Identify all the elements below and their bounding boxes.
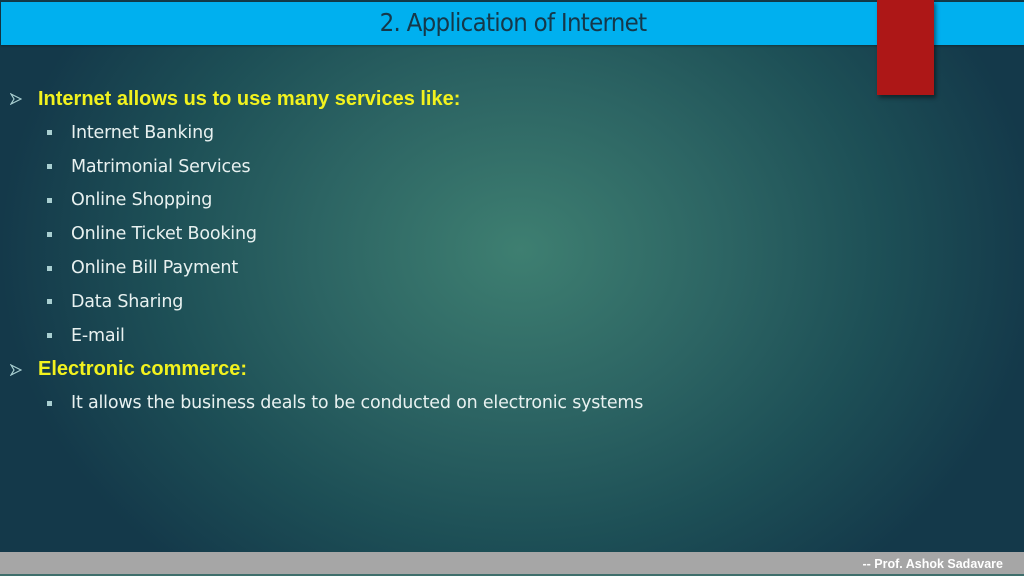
list-item: Online Ticket Booking xyxy=(0,217,900,251)
list-item-text: Data Sharing xyxy=(71,291,184,312)
list-item-text: It allows the business deals to be condu… xyxy=(71,393,644,414)
footer-bar: -- Prof. Ashok Sadavare xyxy=(0,552,1024,574)
slide-title: 2. Application of Internet xyxy=(379,8,646,37)
section-heading-services: Internet allows us to use many services … xyxy=(0,82,900,116)
square-bullet-icon xyxy=(47,197,52,203)
square-bullet-icon xyxy=(47,231,52,237)
list-item-text: Matrimonial Services xyxy=(71,156,251,177)
list-item: It allows the business deals to be condu… xyxy=(0,387,900,421)
arrowhead-bullet-icon xyxy=(9,363,23,377)
slide-content: Internet allows us to use many services … xyxy=(0,82,900,420)
arrowhead-bullet-icon xyxy=(9,92,23,106)
list-item: Data Sharing xyxy=(0,285,900,319)
list-item-text: Online Shopping xyxy=(71,190,213,211)
square-bullet-icon xyxy=(47,400,52,406)
square-bullet-icon xyxy=(47,265,52,271)
red-accent-square xyxy=(877,0,934,95)
list-item-text: Online Ticket Booking xyxy=(71,224,257,245)
list-item-text: E-mail xyxy=(71,325,125,346)
list-item: Matrimonial Services xyxy=(0,150,900,184)
square-bullet-icon xyxy=(47,333,52,339)
list-item: Internet Banking xyxy=(0,116,900,150)
list-item: Online Bill Payment xyxy=(0,251,900,285)
list-item: E-mail xyxy=(0,319,900,353)
list-item-text: Internet Banking xyxy=(71,122,214,143)
square-bullet-icon xyxy=(47,299,52,305)
slide: 2. Application of Internet Internet allo… xyxy=(0,0,1024,576)
author-credit: -- Prof. Ashok Sadavare xyxy=(862,556,1003,571)
list-item-text: Online Bill Payment xyxy=(71,258,238,279)
section-heading-ecommerce: Electronic commerce: xyxy=(0,353,900,387)
list-item: Online Shopping xyxy=(0,184,900,218)
title-bar: 2. Application of Internet xyxy=(1,2,1024,45)
square-bullet-icon xyxy=(47,130,52,136)
section-heading-text: Electronic commerce: xyxy=(38,358,247,381)
square-bullet-icon xyxy=(47,164,52,170)
section-heading-text: Internet allows us to use many services … xyxy=(38,87,461,110)
